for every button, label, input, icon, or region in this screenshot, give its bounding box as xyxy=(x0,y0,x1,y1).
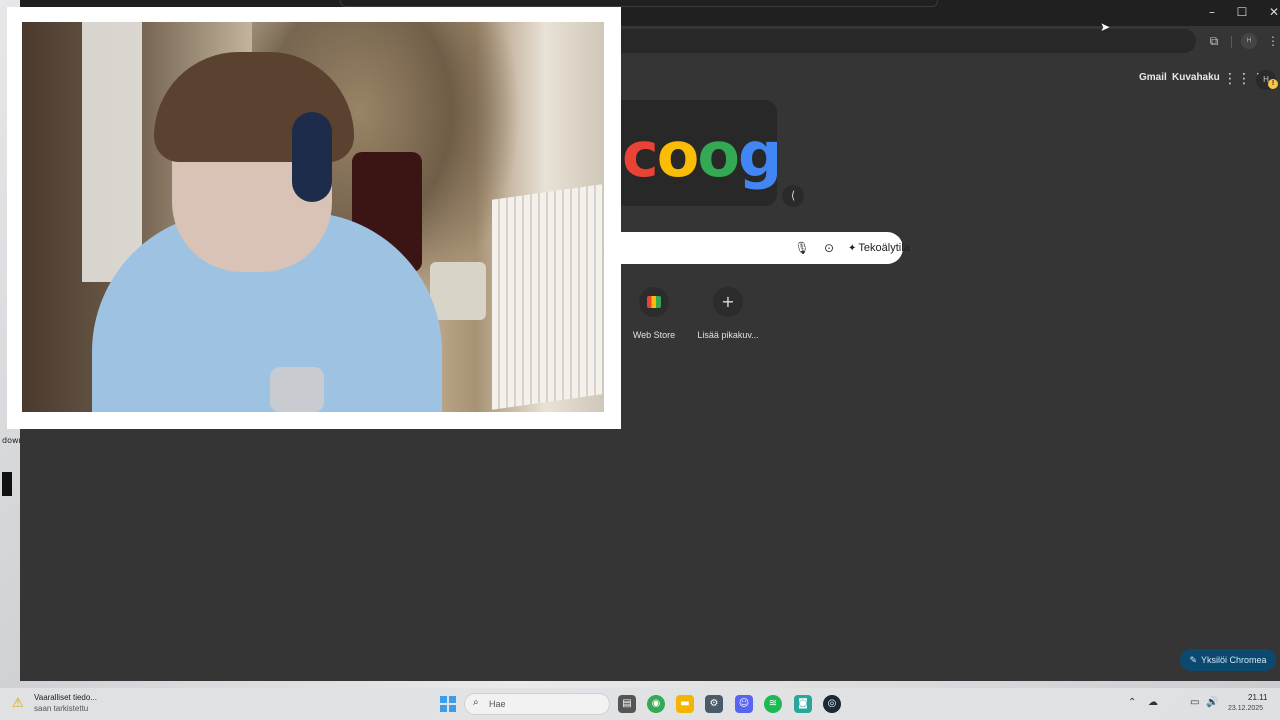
tab-strip xyxy=(340,0,938,7)
toolbar-divider xyxy=(1231,36,1232,48)
volume-icon[interactable]: 🔊 xyxy=(1206,697,1218,708)
pencil-icon: ✎ xyxy=(1189,656,1197,666)
settings-icon[interactable]: ⚙ xyxy=(705,695,723,713)
kebab-menu-icon[interactable]: ⋮ xyxy=(1264,32,1280,50)
gmail-link[interactable]: Gmail xyxy=(1139,72,1167,83)
shortcut-label: Web Store xyxy=(632,330,676,340)
maximize-icon[interactable]: ☐ xyxy=(1230,3,1254,21)
apps-grid-icon[interactable]: ⋮⋮⋮ xyxy=(1223,68,1265,90)
notification-title[interactable]: Vaaralliset tiedo... xyxy=(34,693,97,702)
plus-icon: + xyxy=(713,287,743,317)
steam-icon[interactable]: ◎ xyxy=(823,695,841,713)
chrome-icon[interactable]: ◉ xyxy=(647,695,665,713)
ai-mode-button[interactable]: ✦ Tekoälytila xyxy=(844,238,914,258)
doodle-logo: coogle xyxy=(622,118,777,191)
customize-label: Yksilöi Chromea xyxy=(1201,655,1267,665)
mouse-cursor-icon: ➤ xyxy=(1100,20,1111,34)
notification-subtitle: saan tarkistettu xyxy=(34,704,89,713)
taskbar: ⚠ Vaaralliset tiedo... saan tarkistettu … xyxy=(0,688,1280,720)
folder-icon[interactable]: ▬ xyxy=(676,695,694,713)
account-warning-badge: ! xyxy=(1268,79,1278,89)
microphone-icon[interactable]: 🎙 xyxy=(793,239,811,257)
webcam-overlay xyxy=(7,7,621,429)
network-icon[interactable]: ▭ xyxy=(1190,697,1199,708)
shortcut-web-store[interactable]: Web Store xyxy=(614,287,694,340)
ai-mode-label: Tekoälytila xyxy=(858,242,910,254)
web-store-icon xyxy=(639,287,669,317)
desktop-icon-dark[interactable] xyxy=(2,472,12,496)
images-link[interactable]: Kuvahaku xyxy=(1172,72,1220,83)
lens-icon[interactable]: ⊙ xyxy=(820,239,838,257)
sparkle-icon: ✦ xyxy=(848,243,857,254)
search-icon: ⌕ xyxy=(473,697,479,708)
file-explorer-icon[interactable]: ▤ xyxy=(618,695,636,713)
close-icon[interactable]: ✕ xyxy=(1262,3,1280,21)
clock-time[interactable]: 21.11 xyxy=(1248,693,1267,702)
clock-date[interactable]: 23.12.2025 xyxy=(1228,705,1263,712)
cloud-icon[interactable]: ☁ xyxy=(1148,697,1158,708)
minimize-icon[interactable]: – xyxy=(1200,3,1224,21)
shortcut-add[interactable]: + Lisää pikakuv... xyxy=(688,287,768,340)
search-box[interactable]: 🎙 ⊙ ✦ Tekoälytila xyxy=(580,232,910,264)
share-icon[interactable]: ⟨ xyxy=(782,185,804,207)
tray-chevron-icon[interactable]: ⌃ xyxy=(1128,697,1136,708)
start-button[interactable] xyxy=(440,696,456,712)
shortcut-label: Lisää pikakuv... xyxy=(697,330,759,340)
app-icon[interactable]: ◙ xyxy=(794,695,812,713)
warning-icon[interactable]: ⚠ xyxy=(12,697,28,711)
webcam-feed xyxy=(22,22,604,412)
discord-icon[interactable]: ☺ xyxy=(735,695,753,713)
customize-chrome-button[interactable]: ✎ Yksilöi Chromea xyxy=(1180,649,1276,671)
puzzle-icon[interactable]: ⧉ xyxy=(1205,32,1223,50)
search-placeholder: Hae xyxy=(489,699,506,709)
spotify-icon[interactable]: ≋ xyxy=(764,695,782,713)
profile-avatar[interactable]: H xyxy=(1241,33,1257,49)
taskbar-search[interactable]: ⌕ Hae xyxy=(464,693,610,715)
